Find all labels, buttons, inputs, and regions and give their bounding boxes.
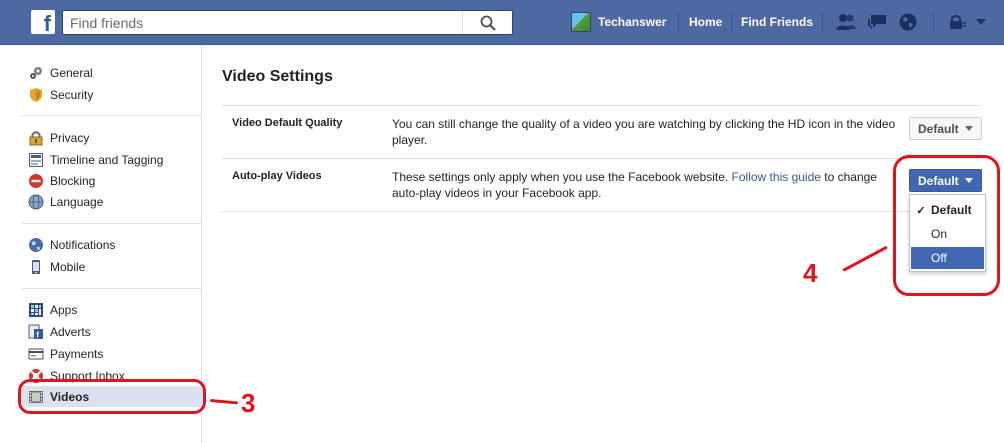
svg-text:f: f [36, 330, 39, 339]
sidebar-divider [22, 223, 202, 224]
facebook-logo-icon[interactable]: f [31, 10, 55, 34]
section-divider [222, 158, 981, 159]
sidebar-item-notifications[interactable]: Notifications [22, 234, 202, 255]
nav-divider [678, 12, 679, 32]
section-divider [222, 105, 981, 106]
nav-divider [731, 12, 732, 32]
annotation-step-number: 3 [241, 388, 256, 418]
apps-icon [29, 302, 43, 317]
sidebar-item-label: Mobile [50, 259, 86, 274]
chevron-down-icon [964, 126, 973, 131]
sidebar-item-adverts[interactable]: f Adverts [22, 321, 202, 342]
shield-icon [30, 87, 42, 102]
sidebar-item-privacy[interactable]: Privacy [22, 127, 202, 148]
auto-play-videos-description: These settings only apply when you use t… [392, 169, 902, 201]
gears-icon [30, 66, 42, 79]
privacy-shortcuts-icon[interactable] [944, 10, 970, 34]
card-icon [28, 348, 44, 359]
timeline-icon [29, 152, 43, 167]
section-divider [222, 211, 981, 212]
description-text: These settings only apply when you use t… [392, 170, 732, 184]
search-icon [480, 15, 496, 31]
globe-icon [28, 194, 44, 209]
annotation-pointer [209, 399, 239, 405]
avatar[interactable] [571, 12, 591, 32]
sidebar-item-apps[interactable]: Apps [22, 299, 202, 320]
sidebar-divider [22, 288, 202, 289]
notifications-globe-icon[interactable] [895, 10, 921, 34]
annotation-step-number: 4 [803, 258, 818, 288]
sidebar-item-label: Notifications [50, 237, 116, 252]
sidebar-item-label: Adverts [50, 324, 91, 339]
sidebar-divider [22, 115, 202, 116]
nav-divider [933, 12, 934, 32]
mobile-icon [32, 259, 40, 274]
sidebar-item-timeline-and-tagging[interactable]: Timeline and Tagging [22, 149, 202, 170]
friend-requests-icon[interactable] [833, 10, 859, 34]
lock-icon [29, 130, 43, 145]
account-menu-chevron-down-icon[interactable] [968, 10, 994, 34]
block-icon [29, 173, 43, 188]
video-default-quality-label: Video Default Quality [232, 117, 343, 129]
sidebar-item-label: Timeline and Tagging [50, 152, 164, 167]
video-quality-dropdown-button[interactable]: Default [909, 117, 982, 140]
adverts-icon: f [28, 324, 43, 339]
globe-icon [29, 237, 43, 252]
home-link[interactable]: Home [689, 15, 722, 29]
sidebar-item-label: General [50, 65, 93, 80]
search-box [62, 10, 513, 35]
sidebar-item-label: Blocking [50, 173, 96, 188]
follow-guide-link[interactable]: Follow this guide [732, 170, 821, 184]
sidebar-item-general[interactable]: General [22, 62, 202, 83]
sidebar-item-label: Privacy [50, 130, 90, 145]
sidebar-item-label: Security [50, 87, 94, 102]
sidebar-item-payments[interactable]: Payments [22, 343, 202, 364]
button-label: Default [918, 121, 959, 136]
sidebar-item-label: Payments [50, 346, 104, 361]
sidebar-item-label: Language [50, 194, 104, 209]
annotation-highlight-videos [18, 379, 206, 414]
sidebar-item-security[interactable]: Security [22, 84, 202, 105]
video-default-quality-description: You can still change the quality of a vi… [392, 117, 896, 147]
top-bar: f Techanswer Home Find Friends [0, 0, 1004, 45]
auto-play-videos-label: Auto-play Videos [232, 170, 322, 182]
page-title: Video Settings [222, 68, 333, 85]
messages-icon[interactable] [864, 10, 890, 34]
profile-link[interactable]: Techanswer [598, 15, 666, 29]
sidebar-item-blocking[interactable]: Blocking [22, 170, 202, 191]
find-friends-link[interactable]: Find Friends [741, 15, 813, 29]
sidebar-item-mobile[interactable]: Mobile [22, 256, 202, 277]
nav-divider [822, 12, 823, 32]
search-input[interactable] [63, 11, 463, 34]
search-button[interactable] [462, 11, 512, 34]
sidebar-item-language[interactable]: Language [22, 191, 202, 212]
sidebar-item-label: Apps [50, 302, 78, 317]
annotation-highlight-dropdown [893, 155, 1000, 296]
annotation-pointer [842, 245, 888, 272]
